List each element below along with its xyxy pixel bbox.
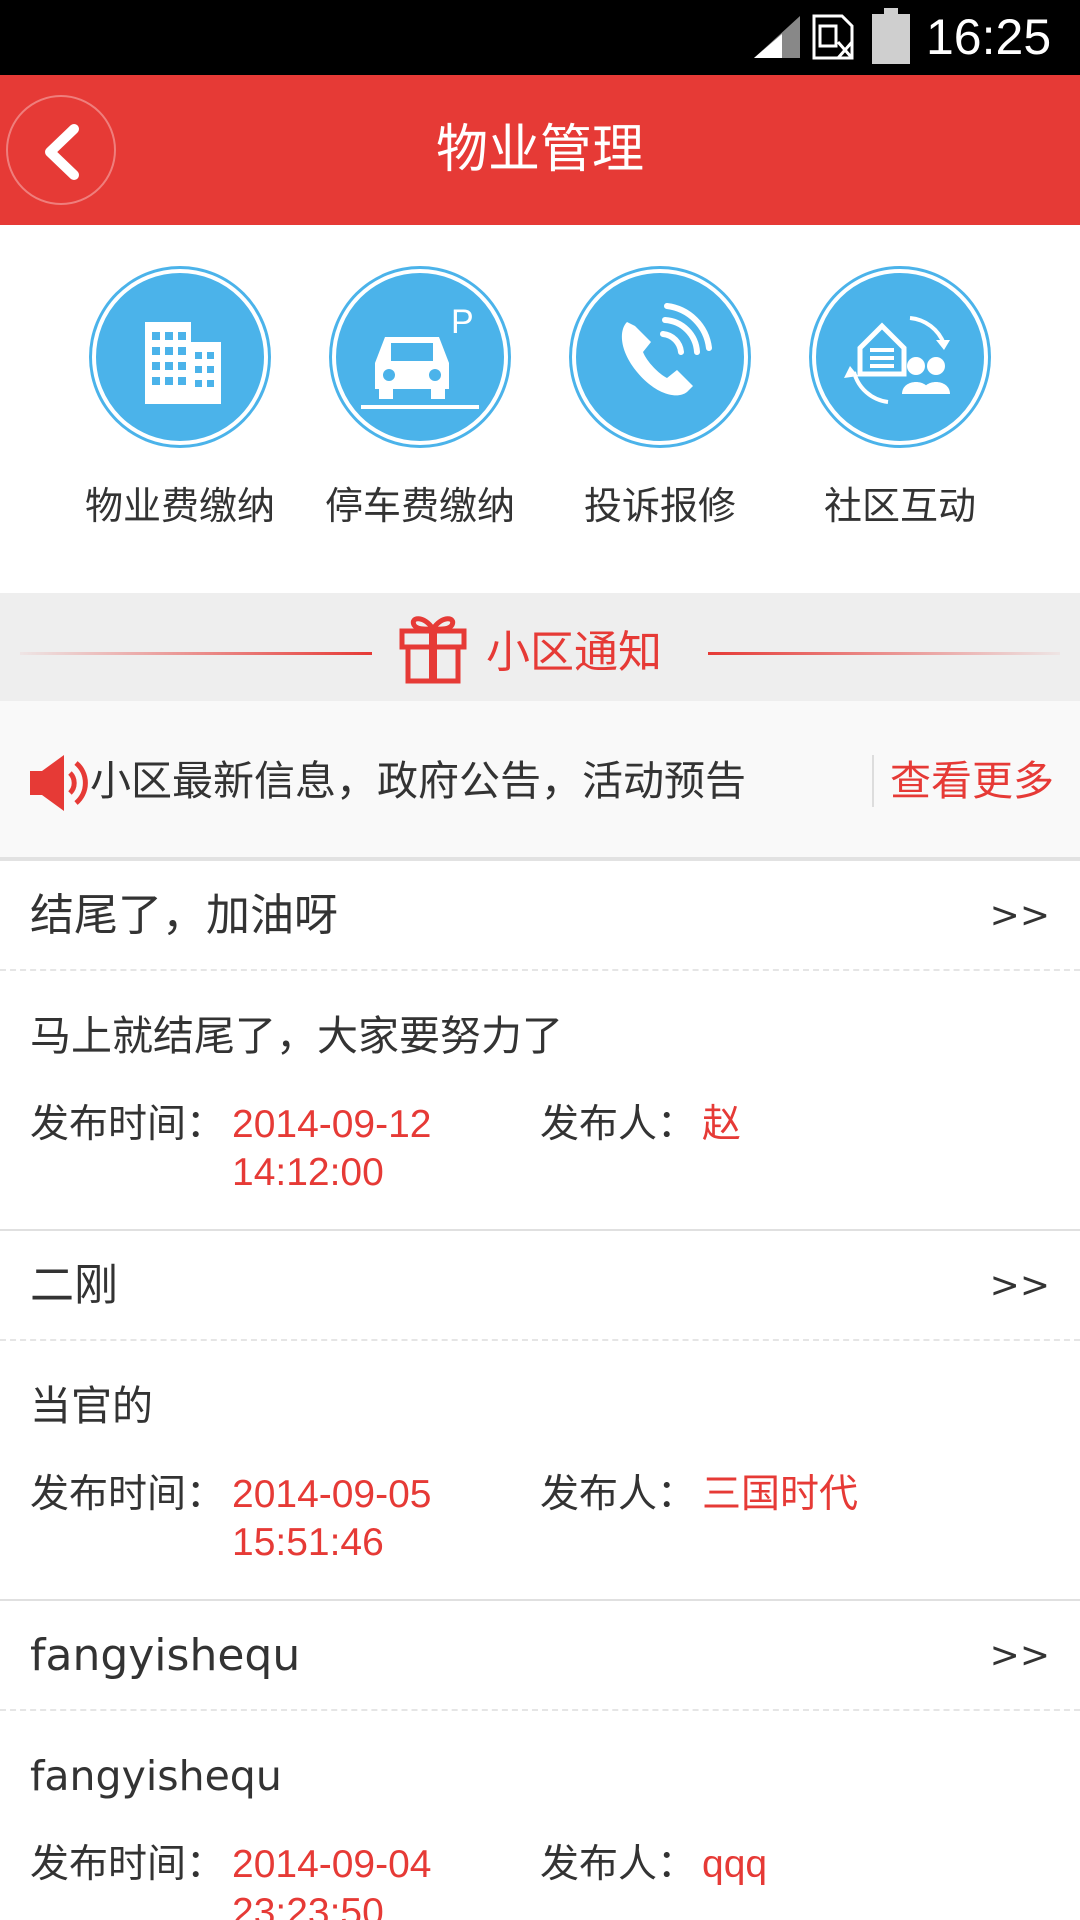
quick-menu: 物业费缴纳 P 停车费缴纳 投诉报修 社区互动 [0, 225, 1080, 593]
notice-list: 结尾了，加油呀 >> 马上就结尾了，大家要努力了 发布时间： 2014-09-1… [0, 861, 1080, 1920]
menu-item-community[interactable]: 社区互动 [780, 225, 1020, 593]
list-item[interactable]: fangyishequ >> fangyishequ 发布时间： 2014-09… [0, 1601, 1080, 1920]
notice-title-row[interactable]: 二刚 >> [0, 1231, 1080, 1341]
notice-content: fangyishequ [30, 1752, 282, 1800]
building-icon [92, 269, 268, 445]
menu-label: 社区互动 [823, 484, 976, 528]
notice-title: 二刚 [30, 1260, 118, 1311]
community-icon [812, 269, 988, 445]
divider [872, 755, 874, 807]
menu-item-parking-fee[interactable]: P 停车费缴纳 [300, 225, 540, 593]
publisher-label: 发布人： [540, 1102, 697, 1147]
view-more-link[interactable]: 查看更多 [890, 701, 1054, 861]
publisher-label: 发布人： [540, 1472, 697, 1517]
parking-car-icon: P [332, 269, 508, 445]
publisher-value: 赵 [702, 1103, 742, 1146]
publisher-value: qqq [702, 1843, 768, 1886]
page-title: 物业管理 [435, 120, 644, 180]
phone-call-icon [572, 269, 748, 445]
publish-time-value: 2014-09-12 14:12:00 [232, 1103, 432, 1194]
battery-icon [872, 8, 910, 64]
notice-content: 马上就结尾了，大家要努力了 [30, 1012, 563, 1060]
announcement-text: 小区最新信息，政府公告，活动预告 [90, 757, 746, 805]
publisher-value: 三国时代 [702, 1473, 859, 1516]
announcement-bar: 小区最新信息，政府公告，活动预告 查看更多 [0, 701, 1080, 861]
status-bar: 16:25 [0, 0, 1080, 75]
more-arrow-icon[interactable]: >> [990, 1231, 1050, 1341]
publish-time-label: 发布时间： [30, 1472, 226, 1517]
publish-time-value: 2014-09-05 15:51:46 [232, 1473, 432, 1564]
sim-card-icon [812, 14, 854, 60]
more-arrow-icon[interactable]: >> [990, 1601, 1050, 1711]
divider [20, 652, 372, 655]
notice-title: fangyishequ [30, 1630, 301, 1681]
section-title: 小区通知 [486, 627, 662, 678]
menu-label: 投诉报修 [583, 484, 736, 528]
svg-text:P: P [451, 303, 474, 341]
signal-icon [754, 16, 800, 58]
more-arrow-icon[interactable]: >> [990, 861, 1050, 971]
menu-item-property-fee[interactable]: 物业费缴纳 [60, 225, 300, 593]
menu-label: 物业费缴纳 [84, 484, 275, 528]
menu-label: 停车费缴纳 [324, 484, 515, 528]
app-header: 物业管理 [0, 75, 1080, 225]
notice-title-row[interactable]: 结尾了，加油呀 >> [0, 861, 1080, 971]
notice-section-header: 小区通知 [0, 593, 1080, 701]
notice-title: 结尾了，加油呀 [30, 890, 338, 941]
menu-item-complaint-repair[interactable]: 投诉报修 [540, 225, 780, 593]
list-item[interactable]: 结尾了，加油呀 >> 马上就结尾了，大家要努力了 发布时间： 2014-09-1… [0, 861, 1080, 1231]
speaker-icon [30, 755, 88, 811]
list-item[interactable]: 二刚 >> 当官的 发布时间： 2014-09-05 15:51:46 发布人：… [0, 1231, 1080, 1601]
publish-time-value: 2014-09-04 23:23:50 [232, 1843, 432, 1920]
publish-time-label: 发布时间： [30, 1102, 226, 1147]
publish-time-label: 发布时间： [30, 1842, 226, 1887]
divider [708, 652, 1060, 655]
notice-title-row[interactable]: fangyishequ >> [0, 1601, 1080, 1711]
gift-icon [399, 616, 467, 684]
status-time: 16:25 [926, 9, 1052, 65]
publisher-label: 发布人： [540, 1842, 697, 1887]
notice-content: 当官的 [30, 1382, 153, 1430]
